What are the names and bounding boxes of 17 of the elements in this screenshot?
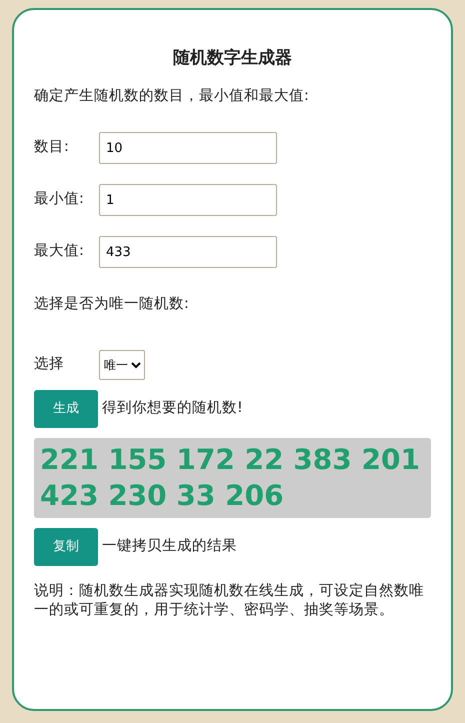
- field-label: 数目:: [34, 138, 70, 158]
- generate-hint: 得到你想要的随机数!: [102, 399, 243, 418]
- page-title: 随机数字生成器: [172, 48, 293, 68]
- unique-prompt: 选择是否为唯一随机数:: [34, 295, 190, 314]
- intro-text: 确定产生随机数的数目，最小值和最大值:: [34, 86, 310, 106]
- input-field[interactable]: 433: [99, 236, 277, 268]
- field-label: 最大值:: [34, 242, 85, 262]
- copy-hint: 一键拷贝生成的结果: [102, 537, 237, 556]
- field-label: 最小值:: [34, 190, 85, 210]
- input-field[interactable]: 1: [99, 184, 277, 216]
- select-label: 选择: [34, 355, 65, 374]
- result-numbers: 221 155 172 22 383 201 423 230 33 206: [34, 438, 431, 518]
- description-text: 说明：随机数生成器实现随机数在线生成，可设定自然数唯一的或可重复的，用于统计学、密码学、抽奖等场景。: [34, 582, 425, 620]
- input-field[interactable]: 10: [99, 132, 277, 164]
- unique-select[interactable]: 唯一: [99, 350, 145, 380]
- generate-button[interactable]: 生成: [34, 390, 98, 428]
- copy-button[interactable]: 复制: [34, 528, 98, 566]
